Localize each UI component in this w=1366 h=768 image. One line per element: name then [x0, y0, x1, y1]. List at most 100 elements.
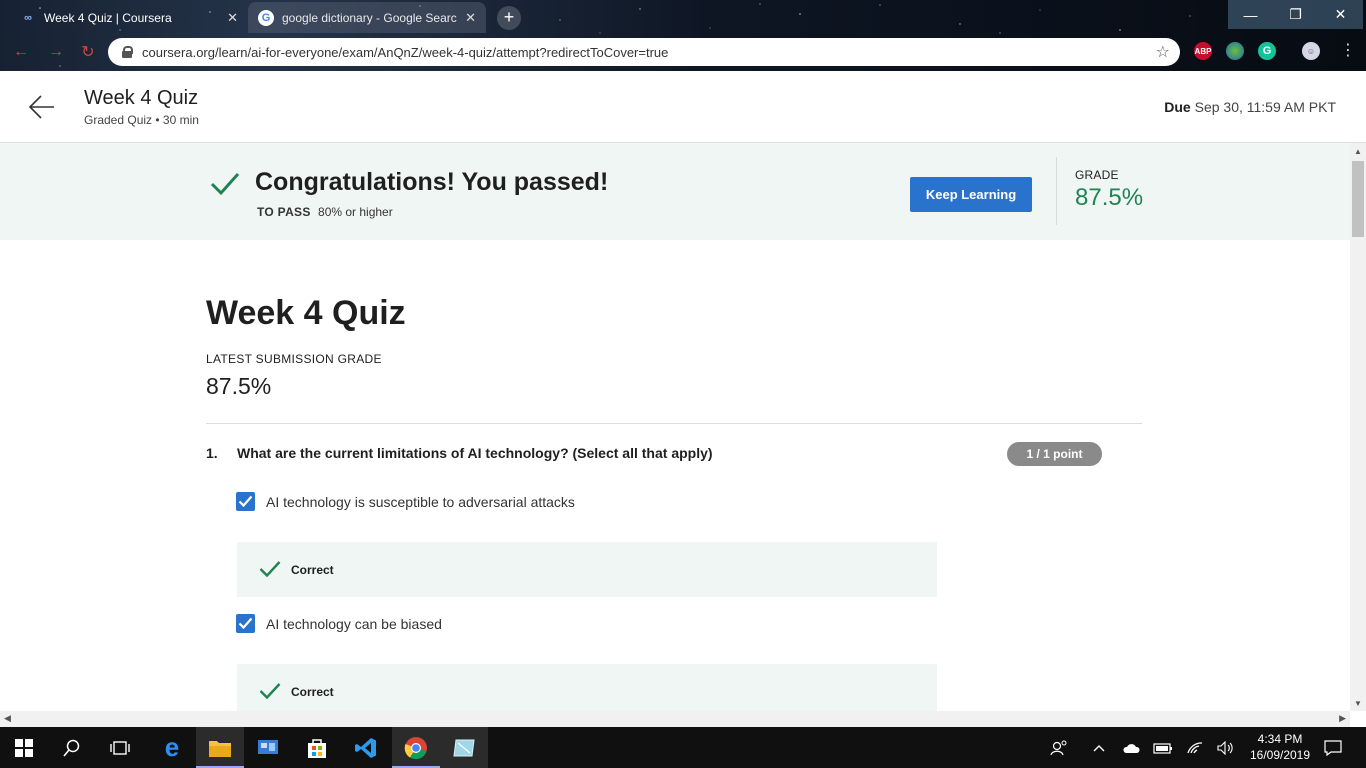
browser-reload-button[interactable]: ↻ [76, 40, 100, 64]
coursera-favicon-icon: ∞ [24, 11, 32, 24]
address-bar[interactable]: coursera.org/learn/ai-for-everyone/exam/… [108, 38, 1180, 66]
option-label: AI technology is susceptible to adversar… [266, 493, 575, 510]
windows-taskbar: e 4:34 PM 16/09/2019 [0, 727, 1366, 768]
start-button[interactable] [0, 727, 48, 768]
control-panel-icon [258, 739, 278, 754]
answer-option[interactable]: AI technology can be biased [236, 614, 442, 633]
keep-learning-button[interactable]: Keep Learning [910, 177, 1032, 212]
divider [206, 423, 1142, 424]
url-text[interactable]: coursera.org/learn/ai-for-everyone/exam/… [142, 45, 668, 60]
due-date: Due Sep 30, 11:59 AM PKT [1164, 99, 1336, 115]
browser-back-button[interactable]: ← [9, 40, 33, 64]
taskbar-control-panel[interactable] [244, 727, 292, 768]
checkbox-tick-icon [238, 617, 253, 630]
windows-logo-icon [15, 738, 33, 757]
browser-forward-button[interactable]: → [44, 40, 68, 64]
window-minimize-button[interactable]: — [1228, 0, 1273, 29]
store-icon [308, 738, 326, 758]
taskbar-snipping-tool[interactable] [440, 727, 488, 768]
taskbar-vscode[interactable] [342, 727, 390, 768]
chrome-icon [404, 736, 427, 759]
tab-coursera[interactable]: ∞ Week 4 Quiz | Coursera ✕ [10, 2, 248, 33]
answer-option[interactable]: AI technology is susceptible to adversar… [236, 492, 575, 511]
profile-avatar[interactable]: ☺ [1302, 42, 1320, 60]
task-view-button[interactable] [96, 727, 144, 768]
search-button[interactable] [48, 727, 96, 768]
grade-label: GRADE [1075, 168, 1119, 182]
pass-message: Congratulations! You passed! [255, 168, 609, 196]
feedback-box: Correct [237, 664, 937, 711]
question-number: 1. [206, 445, 218, 461]
search-icon [63, 739, 80, 757]
checkbox-checked[interactable] [236, 614, 255, 633]
taskbar-clock[interactable]: 4:34 PM 16/09/2019 [1240, 731, 1320, 763]
browser-menu-icon[interactable]: ⋮ [1340, 40, 1356, 60]
due-label: Due [1164, 99, 1191, 115]
correct-check-icon [259, 683, 281, 700]
scroll-right-icon[interactable]: ▶ [1339, 713, 1346, 724]
tab-title: Week 4 Quiz | Coursera [44, 10, 172, 25]
question-text: What are the current limitations of AI t… [237, 445, 713, 461]
latest-grade-label: LATEST SUBMISSION GRADE [206, 352, 382, 366]
divider [1056, 157, 1057, 225]
tray-expand-icon[interactable] [1088, 727, 1110, 768]
to-pass-info: TO PASS 80% or higher [257, 205, 393, 219]
scroll-left-icon[interactable]: ◀ [4, 713, 11, 724]
option-label: AI technology can be biased [266, 615, 442, 632]
clock-date: 16/09/2019 [1249, 748, 1311, 762]
due-value: Sep 30, 11:59 AM PKT [1194, 99, 1336, 115]
feedback-box: Correct [237, 542, 937, 597]
onedrive-icon[interactable] [1120, 727, 1142, 768]
vscode-icon [355, 737, 376, 758]
points-badge: 1 / 1 point [1007, 442, 1102, 466]
horizontal-scrollbar[interactable]: ◀ ▶ [0, 711, 1350, 727]
edge-icon: e [164, 732, 180, 762]
checkmark-icon [210, 172, 240, 196]
grammarly-extension-icon[interactable]: G [1258, 42, 1276, 60]
quiz-header: Week 4 Quiz Graded Quiz • 30 min Due Sep… [0, 71, 1366, 143]
wifi-icon[interactable] [1184, 727, 1206, 768]
taskbar-store[interactable] [293, 727, 341, 768]
feedback-text: Correct [291, 685, 334, 699]
to-pass-value: 80% or higher [318, 205, 393, 219]
bookmark-star-icon[interactable]: ☆ [1156, 42, 1170, 62]
tab-title: google dictionary - Google Searc [282, 10, 457, 25]
people-icon[interactable] [1046, 727, 1072, 768]
to-pass-label: TO PASS [257, 205, 311, 219]
scroll-up-icon[interactable]: ▲ [1354, 147, 1362, 156]
notifications-icon[interactable] [1320, 727, 1346, 768]
volume-icon[interactable] [1214, 727, 1238, 768]
taskbar-chrome[interactable] [392, 727, 440, 768]
window-close-button[interactable]: ✕ [1318, 0, 1363, 29]
latest-grade-value: 87.5% [206, 373, 272, 399]
browser-chrome: ∞ Week 4 Quiz | Coursera ✕ G google dict… [0, 0, 1366, 71]
adblock-extension-icon[interactable]: ABP [1194, 42, 1212, 60]
scroll-down-icon[interactable]: ▼ [1354, 699, 1362, 708]
taskbar-file-explorer[interactable] [196, 727, 244, 768]
pass-banner: Congratulations! You passed! TO PASS 80%… [0, 143, 1350, 240]
grade-value: 87.5% [1075, 184, 1144, 211]
google-favicon-icon: G [258, 9, 274, 26]
tab-close-icon[interactable]: ✕ [227, 10, 238, 26]
checkbox-tick-icon [238, 495, 253, 508]
checkbox-checked[interactable] [236, 492, 255, 511]
task-view-icon [110, 740, 130, 755]
folder-icon [209, 740, 231, 757]
quiz-title: Week 4 Quiz [84, 87, 199, 109]
quiz-subtitle: Graded Quiz • 30 min [84, 113, 199, 127]
battery-icon[interactable] [1152, 727, 1174, 768]
window-restore-button[interactable]: ❐ [1273, 0, 1318, 29]
page-title: Week 4 Quiz [206, 294, 406, 332]
snipping-tool-icon [453, 739, 475, 756]
tab-google-search[interactable]: G google dictionary - Google Searc ✕ [248, 2, 486, 33]
correct-check-icon [259, 561, 281, 578]
taskbar-edge[interactable]: e [148, 727, 196, 768]
clock-time: 4:34 PM [1257, 732, 1303, 746]
new-tab-button[interactable]: + [497, 6, 521, 30]
back-arrow-icon[interactable] [28, 93, 56, 121]
globe-extension-icon[interactable] [1226, 42, 1244, 60]
scrollbar-thumb[interactable] [1352, 161, 1364, 237]
tab-close-icon[interactable]: ✕ [465, 10, 476, 26]
feedback-text: Correct [291, 563, 334, 577]
vertical-scrollbar[interactable]: ▲ ▼ [1350, 143, 1366, 711]
